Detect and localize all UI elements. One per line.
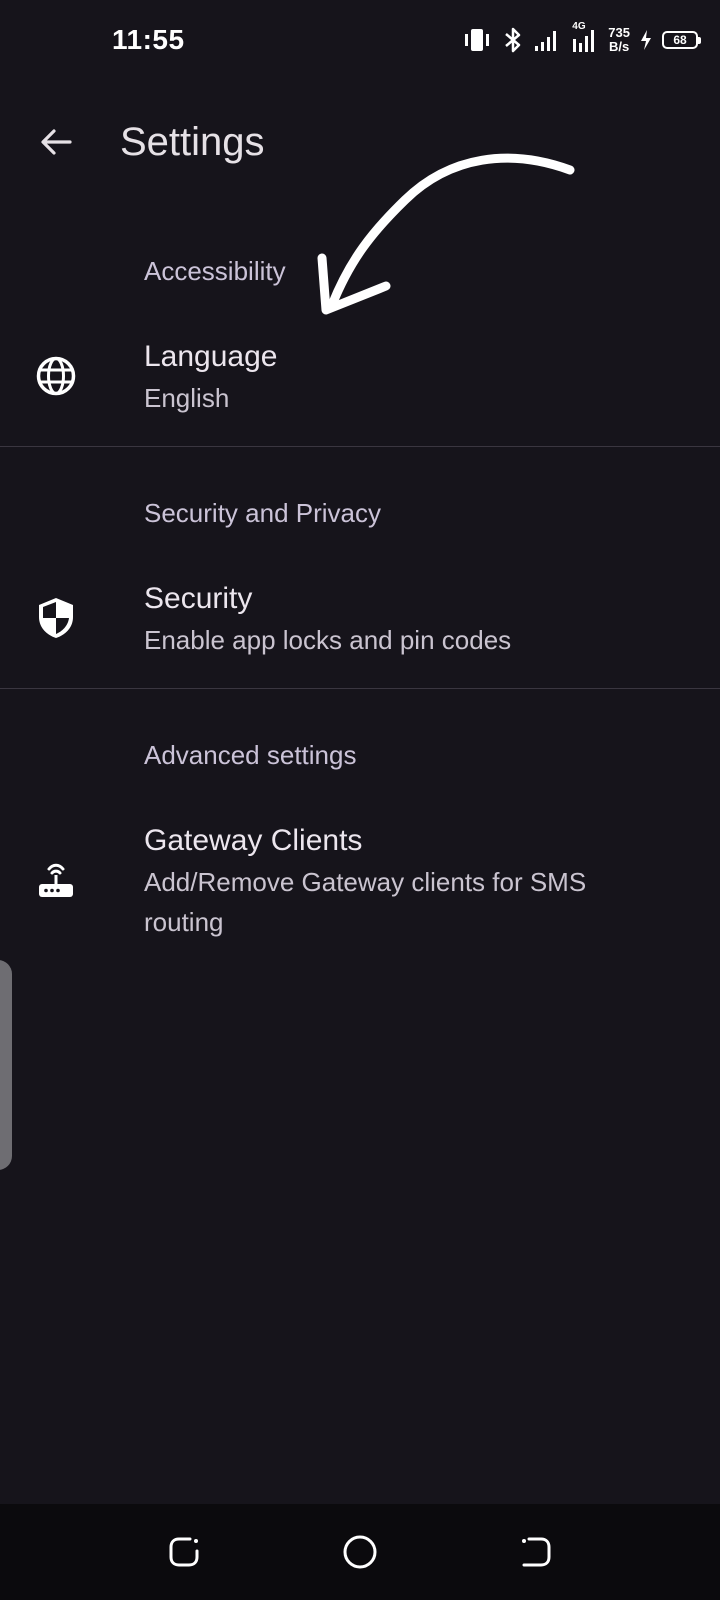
setting-item-gateway-clients[interactable]: Gateway Clients Add/Remove Gateway clien… xyxy=(0,814,720,954)
nav-back-icon xyxy=(522,1537,551,1567)
edge-panel-handle[interactable] xyxy=(0,960,12,1170)
divider xyxy=(0,688,720,689)
home-button[interactable] xyxy=(340,1532,380,1572)
home-circle-icon xyxy=(343,1535,377,1569)
battery-icon: 68 xyxy=(662,31,701,49)
network-speed: 735 B/s xyxy=(608,26,630,54)
network-speed-value: 735 xyxy=(608,25,630,40)
hand-drawn-arrow xyxy=(317,153,575,315)
network-type: 4G xyxy=(572,21,586,32)
signal-icon-2: 4G xyxy=(570,21,598,53)
setting-item-language[interactable]: Language English xyxy=(0,330,720,446)
nav-back-button[interactable] xyxy=(516,1532,556,1572)
charging-icon xyxy=(640,29,652,51)
section-header-advanced: Advanced settings xyxy=(144,740,357,770)
page-title: Settings xyxy=(120,120,265,164)
status-icons: 4G 735 B/s 68 xyxy=(462,20,701,60)
setting-title: Security xyxy=(144,582,253,615)
router-icon xyxy=(32,856,80,904)
setting-title: Language xyxy=(144,340,278,373)
setting-item-security[interactable]: Security Enable app locks and pin codes xyxy=(0,572,720,688)
recents-icon xyxy=(169,1537,199,1567)
status-bar: 11:55 4G 735 B/s 68 xyxy=(0,0,720,80)
recents-button[interactable] xyxy=(164,1532,204,1572)
arrow-back-icon xyxy=(41,129,72,155)
divider xyxy=(0,446,720,447)
back-button[interactable] xyxy=(30,116,82,168)
signal-icon-1 xyxy=(534,28,560,52)
globe-icon xyxy=(32,352,80,400)
navigation-bar xyxy=(0,1504,720,1600)
setting-summary: Enable app locks and pin codes xyxy=(144,625,512,655)
setting-summary: Add/Remove Gateway clients for SMS routi… xyxy=(144,867,587,937)
setting-title: Gateway Clients xyxy=(144,824,363,857)
section-header-security-privacy: Security and Privacy xyxy=(144,498,381,528)
vibrate-icon xyxy=(462,27,492,53)
battery-level: 68 xyxy=(673,33,687,47)
shield-icon xyxy=(32,594,80,642)
bluetooth-icon xyxy=(502,26,524,54)
status-time: 11:55 xyxy=(112,24,185,55)
setting-summary: English xyxy=(144,383,230,413)
network-speed-unit: B/s xyxy=(609,39,630,54)
section-header-accessibility: Accessibility xyxy=(144,256,286,286)
